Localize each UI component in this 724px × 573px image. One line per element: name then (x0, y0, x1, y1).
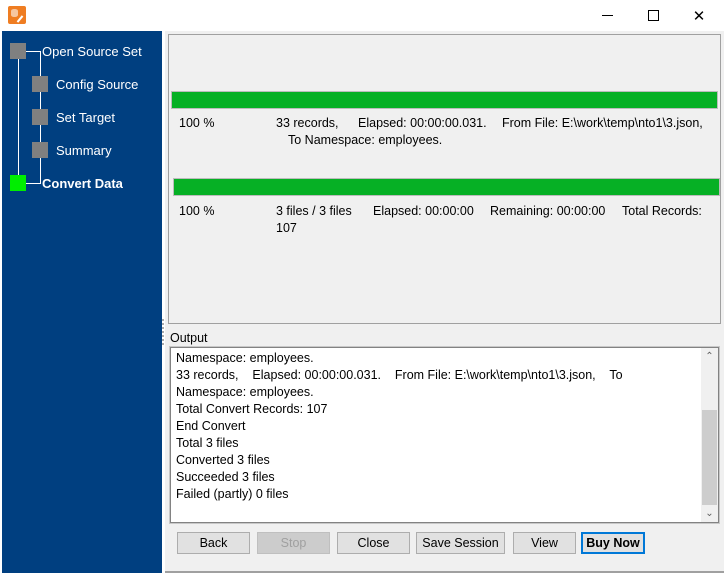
stop-button[interactable]: Stop (257, 532, 330, 554)
output-log[interactable]: Namespace: employees. 33 records, Elapsed… (169, 346, 720, 524)
output-label: Output (170, 331, 208, 345)
step-summary: Summary (32, 142, 112, 158)
output-line: Total 3 files (176, 436, 239, 450)
step-status-icon (32, 142, 48, 158)
output-line: End Convert (176, 419, 246, 433)
maximize-button[interactable] (630, 0, 676, 31)
total-remaining: Remaining: 00:00:00 (490, 204, 606, 218)
output-line: Namespace: employees. (176, 351, 314, 365)
view-button[interactable]: View (513, 532, 576, 554)
output-line: Namespace: employees. (176, 385, 314, 399)
chevron-down-icon: ⌄ (705, 508, 714, 519)
file-percent: 100 % (179, 116, 215, 130)
app-database-edit-icon (8, 6, 26, 24)
total-files: 3 files / 3 files (276, 204, 352, 218)
progress-panel: 100 % 33 records, Elapsed: 00:00:00.031.… (168, 34, 721, 324)
output-scrollbar[interactable]: ⌃ ⌄ (701, 348, 718, 522)
main-content: 100 % 33 records, Elapsed: 00:00:00.031.… (162, 31, 724, 573)
back-button[interactable]: Back (177, 532, 250, 554)
file-to-namespace: To Namespace: employees. (288, 133, 443, 147)
step-status-icon (32, 109, 48, 125)
output-line: Converted 3 files (176, 453, 270, 467)
chevron-up-icon: ⌃ (705, 351, 714, 362)
output-line: 33 records, Elapsed: 00:00:00.031. From … (176, 368, 623, 382)
step-config-source: Config Source (32, 76, 138, 92)
step-status-icon (32, 76, 48, 92)
step-status-icon (10, 43, 26, 59)
step-label: Config Source (56, 76, 139, 92)
step-label: Set Target (56, 109, 116, 125)
total-progress-bar (173, 178, 720, 196)
maximize-icon (647, 10, 659, 21)
splitter-handle[interactable] (162, 319, 166, 345)
output-text: Namespace: employees. 33 records, Elapsed… (176, 350, 696, 503)
step-label: Convert Data (42, 175, 123, 191)
close-button[interactable]: Close (337, 532, 410, 554)
file-progress-fill (172, 92, 717, 108)
step-open-source-set: Open Source Set (10, 43, 142, 59)
step-set-target: Set Target (32, 109, 115, 125)
minimize-icon (601, 15, 613, 16)
save-session-button[interactable]: Save Session (416, 532, 505, 554)
step-label: Summary (56, 142, 112, 158)
total-percent: 100 % (179, 204, 215, 218)
step-convert-data: Convert Data (10, 175, 123, 191)
step-label: Open Source Set (42, 43, 142, 59)
output-line: Total Convert Records: 107 (176, 402, 328, 416)
total-records-label: Total Records: (622, 204, 702, 218)
close-window-button[interactable]: ✕ (676, 0, 722, 31)
tree-connector (18, 51, 19, 184)
total-elapsed: Elapsed: 00:00:00 (373, 204, 474, 218)
file-records: 33 records, (276, 116, 339, 130)
output-line: Failed (partly) 0 files (176, 487, 289, 501)
buy-now-button[interactable]: Buy Now (581, 532, 645, 554)
total-records-value: 107 (276, 221, 297, 235)
file-from: From File: E:\work\temp\nto1\3.json, (502, 116, 703, 130)
title-bar: ✕ (0, 0, 724, 31)
file-progress-bar (171, 91, 718, 109)
scroll-up-button[interactable]: ⌃ (701, 348, 718, 365)
scroll-thumb[interactable] (702, 410, 717, 505)
output-line: Succeeded 3 files (176, 470, 275, 484)
wizard-sidebar: Open Source Set Config Source Set Target… (2, 31, 162, 573)
file-elapsed: Elapsed: 00:00:00.031. (358, 116, 487, 130)
total-progress-fill (174, 179, 719, 195)
close-icon: ✕ (692, 7, 706, 25)
minimize-button[interactable] (584, 0, 630, 31)
step-status-icon (10, 175, 26, 191)
scroll-down-button[interactable]: ⌄ (701, 505, 718, 522)
